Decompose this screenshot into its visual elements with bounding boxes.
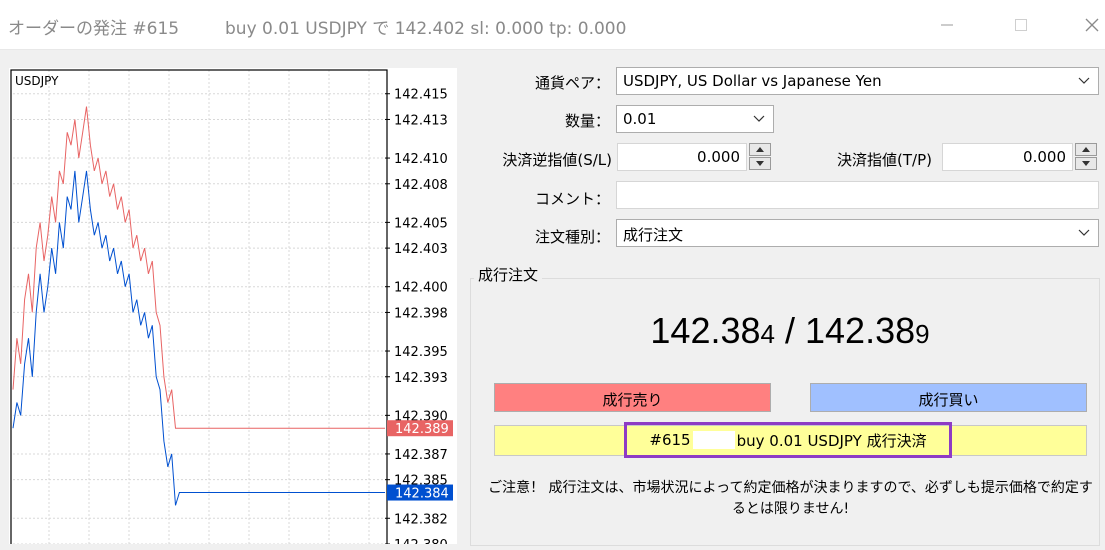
tick-chart: USDJPY 142.415 142.413 142.410 142.408 142.4…	[9, 68, 457, 544]
title-bar: オーダーの発注 #615 buy 0.01 USDJPY で 142.402 s…	[0, 0, 1105, 50]
price-separator: /	[774, 310, 805, 351]
y-tick-label: 142.408	[394, 178, 448, 193]
y-tick-label: 142.413	[394, 113, 448, 128]
y-tick-label: 142.415	[394, 88, 448, 103]
bid-price-pip: 4	[760, 319, 775, 349]
chart-frame	[10, 69, 388, 544]
volume-label: 数量：	[564, 112, 610, 130]
y-tick-label: 142.382	[394, 512, 448, 527]
chart-symbol: USDJPY	[15, 74, 59, 88]
comment-input[interactable]	[616, 181, 1099, 209]
stop-loss-stepper[interactable]	[749, 143, 773, 171]
redaction-mask	[692, 431, 735, 449]
minimize-icon	[941, 24, 953, 26]
market-order-notice: ご注意！ 成行注文は、市場状況によって約定価格が決まりますので、必ずしも提示価格…	[488, 480, 1093, 517]
minimize-button[interactable]	[932, 10, 962, 40]
chevron-down-icon	[753, 115, 765, 122]
bid-ask-display: 142.384 / 142.389	[470, 310, 1105, 352]
take-profit-label: 決済指値(T/P)	[837, 151, 932, 169]
y-tick-label: 142.387	[394, 448, 448, 463]
y-tick-label: 142.380	[394, 538, 448, 544]
symbol-select-value: USDJPY, US Dollar vs Japanese Yen	[623, 72, 882, 90]
y-tick-label: 142.393	[394, 371, 448, 386]
y-tick-label: 142.403	[394, 242, 448, 257]
symbol-label: 通貨ペア：	[534, 74, 610, 92]
order-type-select[interactable]: 成行注文	[616, 219, 1099, 247]
chevron-down-icon	[1078, 77, 1090, 84]
take-profit-input[interactable]: 0.000	[942, 143, 1073, 171]
close-by-market-highlight[interactable]: #615 buy 0.01 USDJPY 成行決済	[624, 422, 952, 458]
comment-label: コメント：	[534, 190, 610, 208]
stop-loss-label: 決済逆指値(S/L)	[502, 151, 612, 169]
ask-price-main: 142.38	[805, 310, 916, 351]
y-tick-label: 142.405	[394, 216, 448, 231]
y-tick-label: 142.398	[394, 306, 448, 321]
bid-price-tag-text: 142.384	[395, 487, 449, 502]
order-type-label: 注文種別：	[534, 228, 610, 246]
take-profit-stepper[interactable]	[1075, 143, 1099, 171]
chevron-down-icon	[1078, 229, 1090, 236]
bid-price-main: 142.38	[650, 310, 761, 351]
ask-price-tag-text: 142.389	[395, 422, 449, 437]
spin-down-icon[interactable]	[749, 157, 771, 170]
maximize-icon	[1015, 19, 1027, 31]
y-tick-label: 142.395	[394, 345, 448, 360]
y-axis-ticks: 142.415 142.413 142.410 142.408 142.405 142.4…	[385, 88, 448, 544]
ask-price-pip: 9	[915, 319, 930, 349]
ask-series-line	[12, 106, 191, 429]
volume-select-value: 0.01	[623, 110, 657, 128]
symbol-select[interactable]: USDJPY, US Dollar vs Japanese Yen	[616, 67, 1099, 95]
market-order-group-label: 成行注文	[474, 264, 543, 285]
spin-up-icon[interactable]	[1075, 143, 1097, 156]
chart-svg: USDJPY 142.415142.413142.410142.408142.4…	[10, 69, 453, 544]
y-tick-label: 142.410	[394, 152, 448, 167]
sell-by-market-button[interactable]: 成行売り	[494, 383, 771, 412]
spin-up-icon[interactable]	[749, 143, 771, 156]
close-icon	[1085, 18, 1099, 32]
buy-by-market-button[interactable]: 成行買い	[810, 383, 1087, 412]
volume-select[interactable]: 0.01	[616, 105, 774, 133]
bid-series-line	[12, 170, 191, 506]
y-tick-label: 142.400	[394, 281, 448, 296]
stop-loss-input[interactable]: 0.000	[617, 143, 747, 171]
window-subtitle: buy 0.01 USDJPY で 142.402 sl: 0.000 tp: …	[225, 19, 627, 39]
close-button-label: buy 0.01 USDJPY 成行決済	[736, 431, 927, 450]
close-ticket-number: #615	[649, 431, 691, 449]
close-window-button[interactable]	[1077, 10, 1105, 40]
order-type-value: 成行注文	[623, 226, 684, 244]
spin-down-icon[interactable]	[1075, 157, 1097, 170]
chart-grid	[13, 70, 385, 544]
window-title: オーダーの発注 #615	[8, 19, 180, 39]
maximize-button[interactable]	[1006, 10, 1036, 40]
